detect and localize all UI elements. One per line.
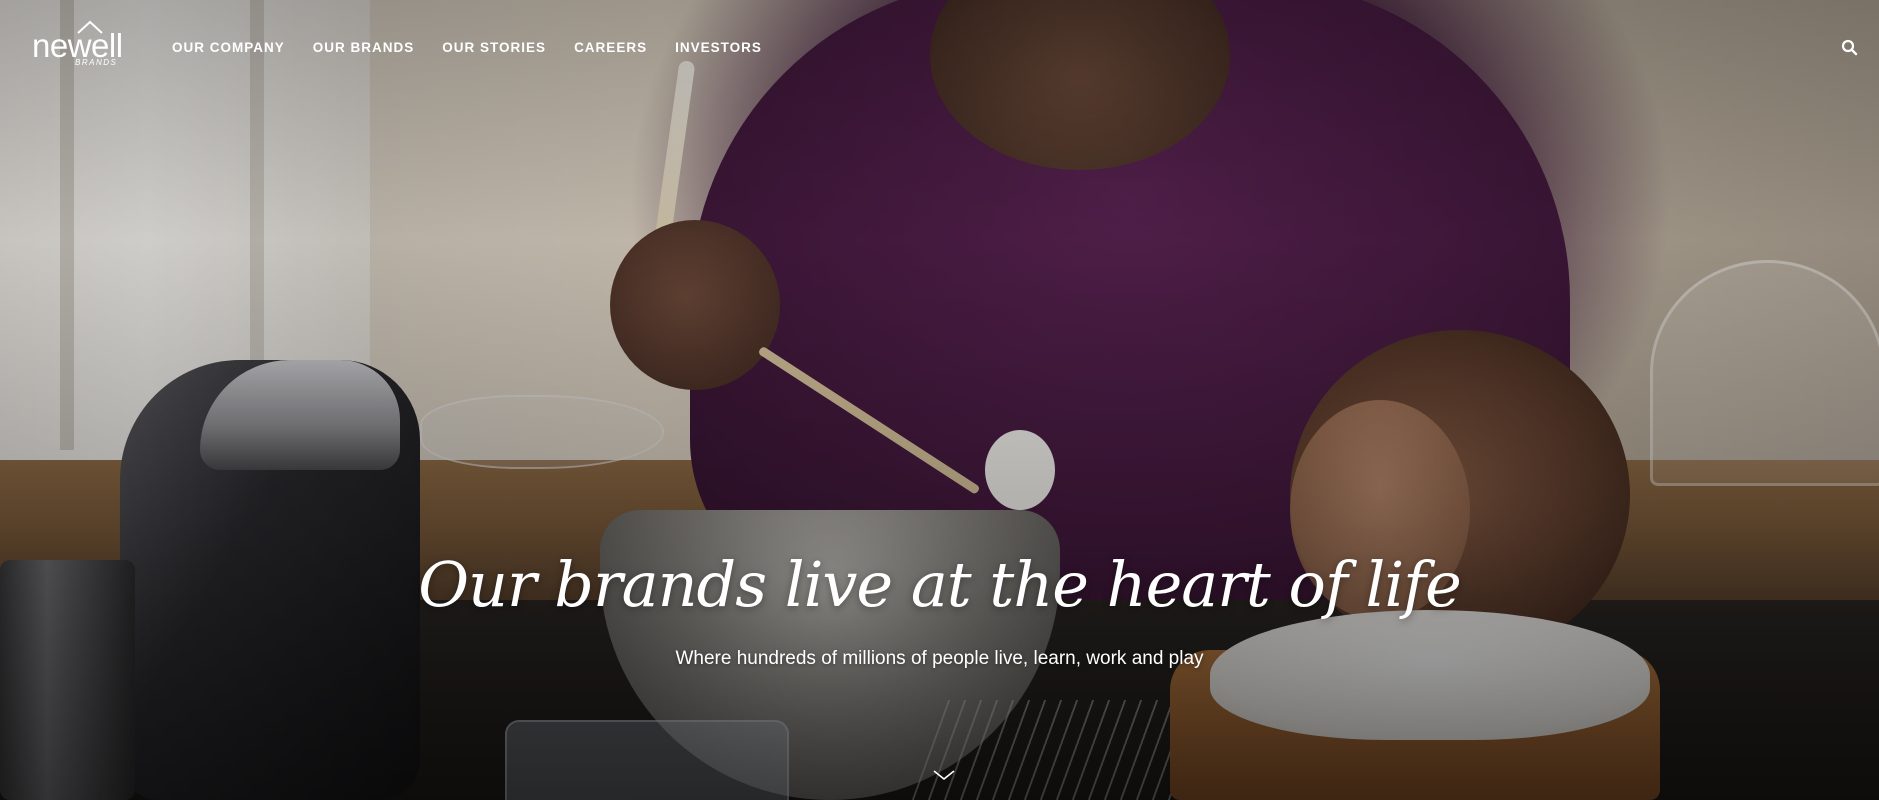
hero-headline: Our brands live at the heart of life [418,548,1462,621]
nav-item-investors[interactable]: INVESTORS [675,40,762,55]
main-nav: OUR COMPANY OUR BRANDS OUR STORIES CAREE… [172,40,762,55]
chevron-down-icon[interactable] [932,768,956,782]
hero-dark-overlay [0,0,1879,800]
search-icon[interactable] [1840,38,1860,58]
nav-item-our-brands[interactable]: OUR BRANDS [313,40,415,55]
nav-item-careers[interactable]: CAREERS [574,40,647,55]
hero-subheadline: Where hundreds of millions of people liv… [675,648,1204,669]
newell-brands-logo[interactable]: newell BRANDS [32,18,136,70]
logo-subtitle: BRANDS [75,58,118,67]
nav-item-our-company[interactable]: OUR COMPANY [172,40,285,55]
hero-section: newell BRANDS OUR COMPANY OUR BRANDS OUR… [0,0,1879,800]
nav-item-our-stories[interactable]: OUR STORIES [442,40,546,55]
site-header: newell BRANDS OUR COMPANY OUR BRANDS OUR… [0,0,1879,96]
